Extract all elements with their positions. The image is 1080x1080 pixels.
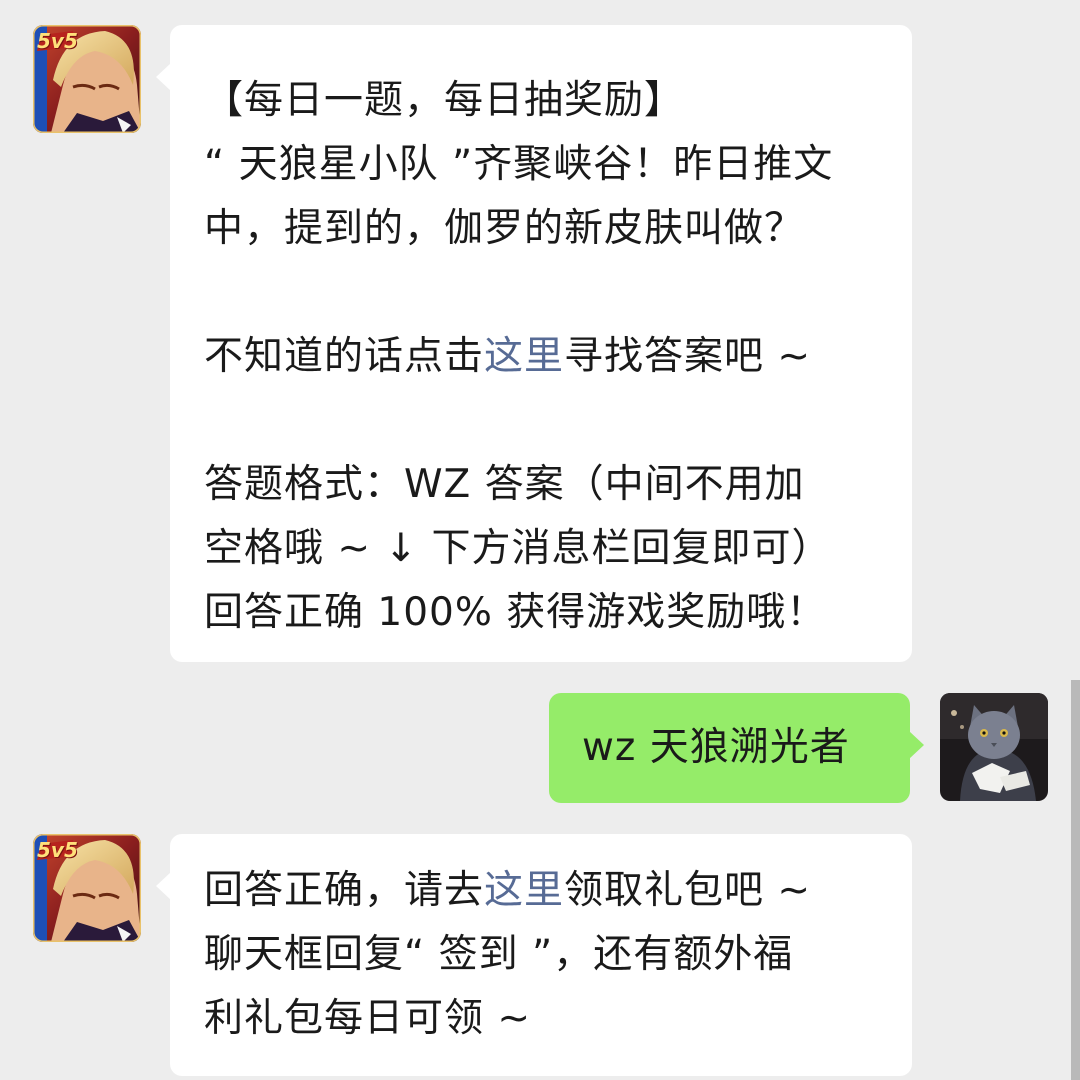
- game-badge-label: 5v5: [37, 838, 78, 862]
- gift-link[interactable]: 这里: [484, 868, 564, 913]
- incoming-message-bubble[interactable]: 【每日一题，每日抽奖励】 “ 天狼星小队 ”齐聚峡谷！昨日推文 中，提到的，伽罗…: [156, 25, 912, 662]
- scrollbar[interactable]: [1071, 680, 1080, 1080]
- message-text: 不知道的话点击: [204, 334, 485, 379]
- official-account-avatar[interactable]: 5v5: [33, 25, 141, 133]
- cat-photo-icon: [940, 693, 1048, 801]
- message-line: 聊天框回复“ 签到 ”，还有额外福: [204, 932, 794, 977]
- message-line: wz 天狼溯光者: [582, 725, 850, 770]
- official-account-avatar[interactable]: 5v5: [33, 834, 141, 942]
- incoming-message-bubble[interactable]: 回答正确，请去这里领取礼包吧 ~ 聊天框回复“ 签到 ”，还有额外福 利礼包每日…: [156, 834, 912, 1076]
- message-line: 答题格式：WZ 答案（中间不用加: [204, 462, 805, 507]
- outgoing-message-bubble[interactable]: wz 天狼溯光者: [549, 693, 924, 803]
- message-line: 利礼包每日可领 ~: [204, 996, 532, 1041]
- message-line: 空格哦 ~ ↓ 下方消息栏回复即可）: [204, 526, 832, 571]
- message-line: 中，提到的，伽罗的新皮肤叫做？: [204, 206, 805, 251]
- message-line: 【每日一题，每日抽奖励】: [204, 78, 685, 123]
- message-text: 回答正确，请去: [204, 868, 485, 913]
- message-line: 回答正确，请去这里领取礼包吧 ~: [204, 859, 912, 923]
- message-line: “ 天狼星小队 ”齐聚峡谷！昨日推文: [204, 142, 834, 187]
- message-text: 寻找答案吧 ~: [564, 334, 812, 379]
- answer-link[interactable]: 这里: [484, 334, 564, 379]
- message-line: 不知道的话点击这里寻找答案吧 ~: [204, 325, 912, 389]
- game-badge-label: 5v5: [37, 29, 78, 53]
- user-avatar[interactable]: [940, 693, 1048, 801]
- message-text: 领取礼包吧 ~: [564, 868, 812, 913]
- message-line: 回答正确 100% 获得游戏奖励哦！: [204, 590, 827, 635]
